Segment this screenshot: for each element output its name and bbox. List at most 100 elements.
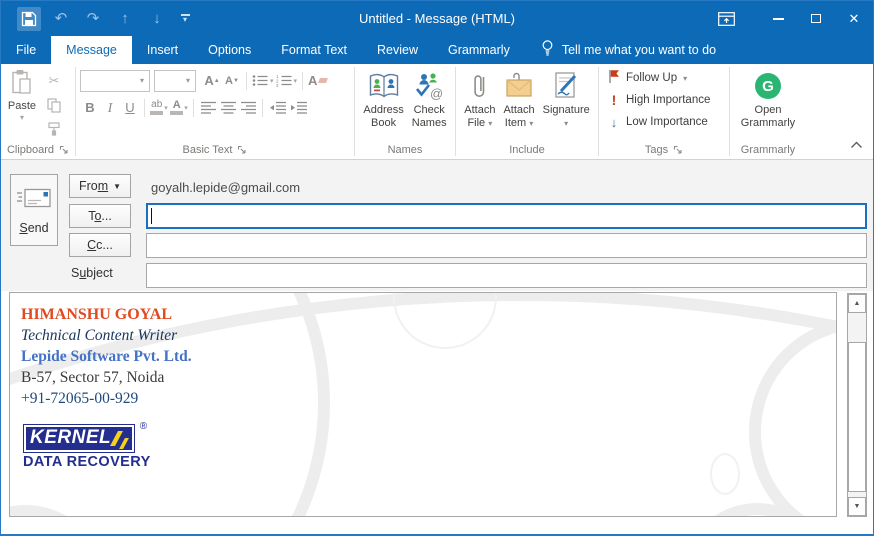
font-name-combo[interactable]: ▾: [80, 69, 150, 92]
save-icon[interactable]: [17, 6, 41, 31]
send-label: Send: [19, 220, 49, 235]
redo-icon[interactable]: ↷: [81, 7, 105, 31]
tab-options[interactable]: Options: [193, 36, 266, 64]
tab-insert[interactable]: Insert: [132, 36, 193, 64]
signature-company: Lepide Software Pvt. Ltd.: [21, 348, 192, 365]
chevron-down-icon: ▾: [19, 113, 24, 122]
send-envelope-icon: [15, 186, 53, 213]
undo-icon[interactable]: ↶: [49, 7, 73, 31]
to-field[interactable]: [146, 203, 867, 229]
email-signature: HIMANSHU GOYAL Technical Content Writer …: [10, 293, 836, 409]
cc-button[interactable]: Cc...: [69, 233, 131, 257]
maximize-button[interactable]: [797, 1, 835, 36]
ribbon: Paste ▾ ✂ Clipboard ▾ ▾ A ▲ A ▼ ▾ 1 2 3 …: [1, 64, 873, 160]
tab-message[interactable]: Message: [51, 36, 132, 64]
align-center-button[interactable]: [218, 97, 238, 119]
align-left-button[interactable]: [198, 97, 218, 119]
subject-label: Subject: [71, 266, 113, 280]
from-button[interactable]: From ▼: [69, 174, 131, 198]
chevron-down-icon: ▾: [564, 119, 569, 128]
tab-file[interactable]: File: [1, 36, 51, 64]
grammarly-icon: G: [754, 73, 781, 99]
paperclip-icon: [472, 70, 488, 102]
attach-file-button[interactable]: Attach File ▾: [460, 67, 499, 141]
signature-role: Technical Content Writer: [21, 327, 178, 344]
paste-button[interactable]: Paste ▾: [1, 67, 43, 141]
tab-grammarly[interactable]: Grammarly: [433, 36, 525, 64]
customize-qat-icon[interactable]: ▾: [177, 7, 193, 31]
to-button[interactable]: To...: [69, 204, 131, 228]
tab-review[interactable]: Review: [362, 36, 433, 64]
align-right-button[interactable]: [238, 97, 258, 119]
high-importance-button[interactable]: ! High Importance: [599, 89, 729, 111]
collapse-ribbon-icon[interactable]: [850, 136, 863, 154]
logo-slash-icon: [119, 438, 130, 449]
address-book-button[interactable]: Address Book: [359, 67, 407, 141]
next-item-icon[interactable]: ↓: [145, 7, 169, 31]
ribbon-group-include: Attach File ▾ Attach Item ▾ Signature ▾: [456, 64, 598, 159]
ribbon-group-grammarly: G Open Grammarly Grammarly: [730, 64, 806, 159]
italic-button[interactable]: I: [100, 97, 120, 119]
svg-text:3: 3: [276, 83, 279, 87]
text-caret: [151, 208, 152, 224]
clipboard-dialog-launcher-icon[interactable]: [59, 145, 69, 155]
format-painter-button[interactable]: [43, 119, 65, 139]
cc-field[interactable]: [146, 233, 867, 258]
signature-phone: +91-72065-00-929: [21, 390, 139, 407]
attach-item-button[interactable]: Attach Item ▾: [499, 67, 538, 141]
scrollbar-thumb[interactable]: [848, 342, 866, 492]
open-grammarly-button[interactable]: G Open Grammarly: [737, 67, 799, 141]
underline-button[interactable]: U: [120, 97, 140, 119]
include-group-label: Include: [509, 144, 545, 156]
registered-mark: ®: [139, 421, 148, 432]
check-names-button[interactable]: @ Check Names: [408, 67, 451, 141]
basic-text-dialog-launcher-icon[interactable]: [237, 145, 247, 155]
chevron-down-icon: ▾: [488, 119, 493, 128]
increase-indent-button[interactable]: [288, 97, 309, 119]
chevron-down-icon: ▼: [113, 181, 122, 191]
title-bar: ↶ ↷ ↑ ↓ ▾ Untitled - Message (HTML) ✕: [1, 1, 873, 36]
copy-button[interactable]: [43, 95, 65, 115]
signature-name: HIMANSHU GOYAL: [21, 306, 172, 323]
font-size-combo[interactable]: ▾: [154, 69, 196, 92]
tags-group-label: Tags: [644, 144, 669, 156]
check-names-icon: @: [414, 70, 444, 102]
shrink-font-button[interactable]: A ▼: [222, 70, 242, 92]
scroll-down-button[interactable]: ▼: [848, 497, 866, 516]
ribbon-tab-row: File Message Insert Options Format Text …: [1, 36, 873, 64]
close-button[interactable]: ✕: [835, 1, 873, 36]
clipboard-group-label: Clipboard: [6, 144, 55, 156]
follow-up-button[interactable]: Follow Up ▾: [599, 67, 729, 89]
paste-clipboard-icon: [10, 69, 34, 100]
ribbon-display-options-icon[interactable]: [707, 1, 745, 36]
bold-button[interactable]: B: [80, 97, 100, 119]
cut-button[interactable]: ✂: [43, 71, 65, 91]
bullets-button[interactable]: ▾: [251, 70, 275, 92]
tell-me-box[interactable]: Tell me what you want to do: [541, 36, 716, 64]
minimize-button[interactable]: [759, 1, 797, 36]
chevron-down-icon: ▾: [293, 77, 298, 85]
decrease-indent-button[interactable]: [267, 97, 288, 119]
subject-field[interactable]: [146, 263, 867, 288]
kernel-logo-text: KERNEL: [30, 427, 112, 448]
address-book-icon: [368, 70, 400, 102]
previous-item-icon[interactable]: ↑: [113, 7, 137, 31]
grow-font-button[interactable]: A ▲: [202, 70, 222, 92]
tab-format-text[interactable]: Format Text: [266, 36, 362, 64]
font-color-button[interactable]: A ▾: [169, 97, 189, 119]
ribbon-group-clipboard: Paste ▾ ✂ Clipboard: [1, 64, 75, 159]
quick-access-toolbar: ↶ ↷ ↑ ↓ ▾: [17, 6, 193, 31]
lightbulb-icon: [541, 40, 554, 60]
low-importance-button[interactable]: ↓ Low Importance: [599, 111, 729, 133]
clear-formatting-button[interactable]: A: [307, 70, 329, 92]
chevron-down-icon: ▾: [185, 76, 190, 85]
numbering-button[interactable]: 123 ▾: [275, 70, 299, 92]
message-body[interactable]: HIMANSHU GOYAL Technical Content Writer …: [9, 292, 837, 517]
tags-dialog-launcher-icon[interactable]: [673, 145, 683, 155]
scroll-up-button[interactable]: ▲: [848, 294, 866, 313]
text-highlight-button[interactable]: ab ▾: [149, 97, 169, 119]
send-button[interactable]: Send: [10, 174, 58, 246]
signature-button[interactable]: Signature ▾: [539, 67, 594, 141]
body-scrollbar[interactable]: ▲ ▼: [847, 293, 867, 517]
high-importance-icon: !: [611, 92, 617, 108]
